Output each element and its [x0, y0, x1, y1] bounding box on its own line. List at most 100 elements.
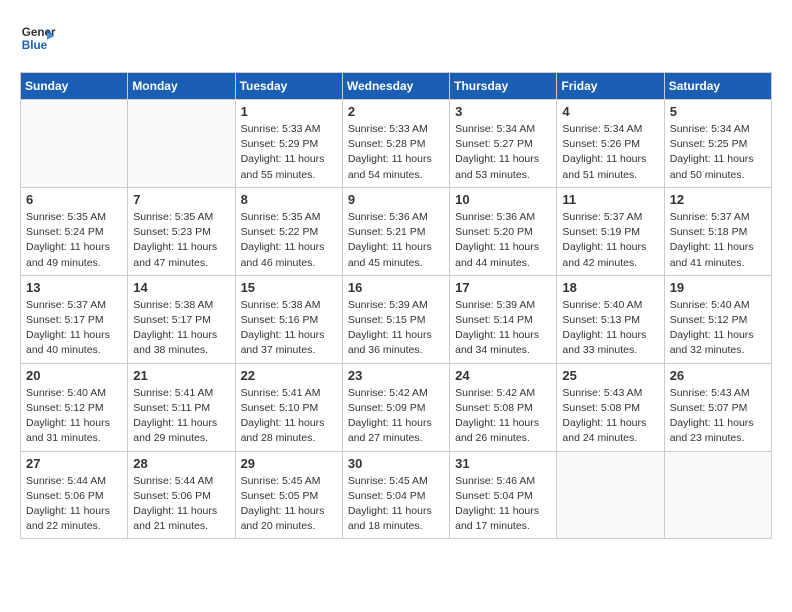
calendar-table: SundayMondayTuesdayWednesdayThursdayFrid… — [20, 72, 772, 539]
cell-info: Sunrise: 5:39 AM Sunset: 5:15 PM Dayligh… — [348, 298, 444, 359]
cell-info: Sunrise: 5:34 AM Sunset: 5:26 PM Dayligh… — [562, 122, 658, 183]
calendar-cell — [21, 100, 128, 188]
calendar-cell — [557, 451, 664, 539]
cell-info: Sunrise: 5:36 AM Sunset: 5:21 PM Dayligh… — [348, 210, 444, 271]
calendar-cell: 23Sunrise: 5:42 AM Sunset: 5:09 PM Dayli… — [342, 363, 449, 451]
calendar-week-row: 6 Sunrise: 5:35 AM Sunset: 5:24 PM Daylig… — [21, 187, 772, 275]
svg-text:Blue: Blue — [22, 39, 48, 52]
cell-info: Sunrise: 5:43 AM Sunset: 5:08 PM Dayligh… — [562, 386, 658, 447]
calendar-cell: 17 Sunrise: 5:39 AM Sunset: 5:14 PM Dayli… — [450, 275, 557, 363]
cell-info: Sunrise: 5:39 AM Sunset: 5:14 PM Dayligh… — [455, 298, 551, 359]
day-number: 2 — [348, 104, 444, 119]
calendar-cell: 2 Sunrise: 5:33 AM Sunset: 5:28 PM Daylig… — [342, 100, 449, 188]
day-number: 17 — [455, 280, 551, 295]
calendar-cell: 6 Sunrise: 5:35 AM Sunset: 5:24 PM Daylig… — [21, 187, 128, 275]
calendar-week-row: 27 Sunrise: 5:44 AM Sunset: 5:06 PM Dayli… — [21, 451, 772, 539]
cell-info: Sunrise: 5:37 AM Sunset: 5:17 PM Dayligh… — [26, 298, 122, 359]
calendar-cell: 20 Sunrise: 5:40 AM Sunset: 5:12 PM Dayli… — [21, 363, 128, 451]
weekday-header: Thursday — [450, 73, 557, 100]
calendar-cell: 15 Sunrise: 5:38 AM Sunset: 5:16 PM Dayli… — [235, 275, 342, 363]
cell-info: Sunrise: 5:37 AM Sunset: 5:19 PM Dayligh… — [562, 210, 658, 271]
day-number: 14 — [133, 280, 229, 295]
day-number: 5 — [670, 104, 766, 119]
day-number: 8 — [241, 192, 337, 207]
calendar-cell: 24 Sunrise: 5:42 AM Sunset: 5:08 PM Dayli… — [450, 363, 557, 451]
calendar-cell: 7 Sunrise: 5:35 AM Sunset: 5:23 PM Daylig… — [128, 187, 235, 275]
calendar-cell: 13 Sunrise: 5:37 AM Sunset: 5:17 PM Dayli… — [21, 275, 128, 363]
day-number: 7 — [133, 192, 229, 207]
cell-info: Sunrise: 5:40 AM Sunset: 5:12 PM Dayligh… — [26, 386, 122, 447]
calendar-cell: 3 Sunrise: 5:34 AM Sunset: 5:27 PM Daylig… — [450, 100, 557, 188]
cell-info: Sunrise: 5:46 AM Sunset: 5:04 PM Dayligh… — [455, 474, 551, 535]
day-number: 24 — [455, 368, 551, 383]
day-number: 25 — [562, 368, 658, 383]
day-number: 12 — [670, 192, 766, 207]
weekday-row: SundayMondayTuesdayWednesdayThursdayFrid… — [21, 73, 772, 100]
cell-info: Sunrise: 5:45 AM Sunset: 5:04 PM Dayligh… — [348, 474, 444, 535]
weekday-header: Monday — [128, 73, 235, 100]
day-number: 1 — [241, 104, 337, 119]
cell-info: Sunrise: 5:42 AM Sunset: 5:08 PM Dayligh… — [455, 386, 551, 447]
day-number: 21 — [133, 368, 229, 383]
calendar-cell: 10 Sunrise: 5:36 AM Sunset: 5:20 PM Dayli… — [450, 187, 557, 275]
calendar-header: SundayMondayTuesdayWednesdayThursdayFrid… — [21, 73, 772, 100]
cell-info: Sunrise: 5:41 AM Sunset: 5:11 PM Dayligh… — [133, 386, 229, 447]
day-number: 19 — [670, 280, 766, 295]
calendar-cell: 28Sunrise: 5:44 AM Sunset: 5:06 PM Dayli… — [128, 451, 235, 539]
day-number: 30 — [348, 456, 444, 471]
cell-info: Sunrise: 5:38 AM Sunset: 5:17 PM Dayligh… — [133, 298, 229, 359]
day-number: 11 — [562, 192, 658, 207]
cell-info: Sunrise: 5:34 AM Sunset: 5:25 PM Dayligh… — [670, 122, 766, 183]
logo: General Blue — [20, 20, 56, 56]
day-number: 10 — [455, 192, 551, 207]
calendar-cell: 11 Sunrise: 5:37 AM Sunset: 5:19 PM Dayli… — [557, 187, 664, 275]
calendar-cell — [664, 451, 771, 539]
calendar-cell: 12Sunrise: 5:37 AM Sunset: 5:18 PM Dayli… — [664, 187, 771, 275]
calendar-cell: 31 Sunrise: 5:46 AM Sunset: 5:04 PM Dayli… — [450, 451, 557, 539]
day-number: 22 — [241, 368, 337, 383]
weekday-header: Tuesday — [235, 73, 342, 100]
calendar-cell: 29 Sunrise: 5:45 AM Sunset: 5:05 PM Dayli… — [235, 451, 342, 539]
day-number: 27 — [26, 456, 122, 471]
cell-info: Sunrise: 5:44 AM Sunset: 5:06 PM Dayligh… — [26, 474, 122, 535]
cell-info: Sunrise: 5:41 AM Sunset: 5:10 PM Dayligh… — [241, 386, 337, 447]
calendar-week-row: 20 Sunrise: 5:40 AM Sunset: 5:12 PM Dayli… — [21, 363, 772, 451]
day-number: 26 — [670, 368, 766, 383]
day-number: 31 — [455, 456, 551, 471]
cell-info: Sunrise: 5:36 AM Sunset: 5:20 PM Dayligh… — [455, 210, 551, 271]
day-number: 4 — [562, 104, 658, 119]
calendar-cell: 14 Sunrise: 5:38 AM Sunset: 5:17 PM Dayli… — [128, 275, 235, 363]
day-number: 15 — [241, 280, 337, 295]
calendar-cell: 26 Sunrise: 5:43 AM Sunset: 5:07 PM Dayli… — [664, 363, 771, 451]
cell-info: Sunrise: 5:35 AM Sunset: 5:22 PM Dayligh… — [241, 210, 337, 271]
weekday-header: Sunday — [21, 73, 128, 100]
calendar-cell: 4 Sunrise: 5:34 AM Sunset: 5:26 PM Daylig… — [557, 100, 664, 188]
calendar-cell: 18Sunrise: 5:40 AM Sunset: 5:13 PM Dayli… — [557, 275, 664, 363]
calendar-cell: 27 Sunrise: 5:44 AM Sunset: 5:06 PM Dayli… — [21, 451, 128, 539]
logo-icon: General Blue — [20, 20, 56, 56]
calendar-cell: 1 Sunrise: 5:33 AM Sunset: 5:29 PM Daylig… — [235, 100, 342, 188]
calendar-body: 1 Sunrise: 5:33 AM Sunset: 5:29 PM Daylig… — [21, 100, 772, 539]
day-number: 29 — [241, 456, 337, 471]
day-number: 3 — [455, 104, 551, 119]
cell-info: Sunrise: 5:44 AM Sunset: 5:06 PM Dayligh… — [133, 474, 229, 535]
day-number: 18 — [562, 280, 658, 295]
day-number: 20 — [26, 368, 122, 383]
cell-info: Sunrise: 5:35 AM Sunset: 5:23 PM Dayligh… — [133, 210, 229, 271]
day-number: 16 — [348, 280, 444, 295]
day-number: 6 — [26, 192, 122, 207]
cell-info: Sunrise: 5:45 AM Sunset: 5:05 PM Dayligh… — [241, 474, 337, 535]
cell-info: Sunrise: 5:43 AM Sunset: 5:07 PM Dayligh… — [670, 386, 766, 447]
cell-info: Sunrise: 5:38 AM Sunset: 5:16 PM Dayligh… — [241, 298, 337, 359]
cell-info: Sunrise: 5:35 AM Sunset: 5:24 PM Dayligh… — [26, 210, 122, 271]
calendar-cell: 8 Sunrise: 5:35 AM Sunset: 5:22 PM Daylig… — [235, 187, 342, 275]
cell-info: Sunrise: 5:34 AM Sunset: 5:27 PM Dayligh… — [455, 122, 551, 183]
day-number: 13 — [26, 280, 122, 295]
calendar-cell — [128, 100, 235, 188]
calendar-cell: 16 Sunrise: 5:39 AM Sunset: 5:15 PM Dayli… — [342, 275, 449, 363]
cell-info: Sunrise: 5:33 AM Sunset: 5:29 PM Dayligh… — [241, 122, 337, 183]
calendar-cell: 9Sunrise: 5:36 AM Sunset: 5:21 PM Daylig… — [342, 187, 449, 275]
calendar-cell: 19Sunrise: 5:40 AM Sunset: 5:12 PM Dayli… — [664, 275, 771, 363]
weekday-header: Wednesday — [342, 73, 449, 100]
cell-info: Sunrise: 5:33 AM Sunset: 5:28 PM Dayligh… — [348, 122, 444, 183]
